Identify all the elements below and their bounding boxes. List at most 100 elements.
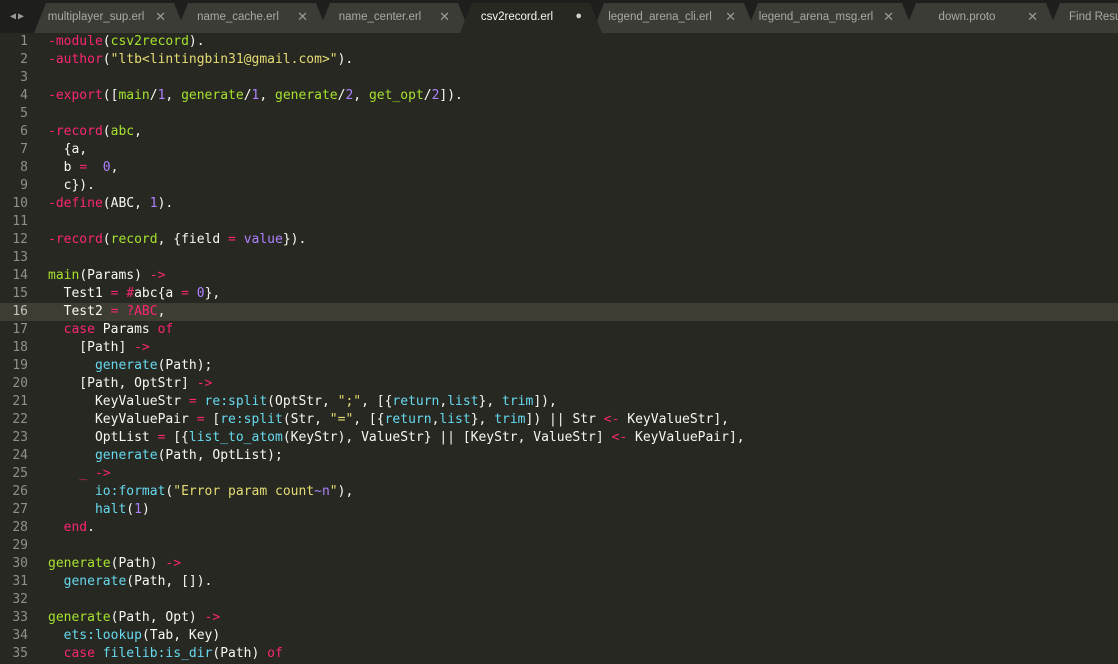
code-line[interactable]: 24 generate(Path, OptList); (0, 447, 1118, 465)
code-line[interactable]: 10 -define(ABC, 1). (0, 195, 1118, 213)
code-line[interactable]: 8 b = 0, (0, 159, 1118, 177)
code-line[interactable]: 21 KeyValueStr = re:split(OptStr, ";", [… (0, 393, 1118, 411)
line-number: 18 (12, 340, 28, 355)
code-token: (Path, []). (126, 574, 213, 589)
tab-csv2record-active[interactable]: csv2record.erl ● (460, 3, 602, 33)
forward-arrow-icon[interactable]: ▶ (18, 11, 24, 22)
tab-down-proto[interactable]: down.proto ✕ (904, 3, 1058, 33)
code-token: " (329, 484, 338, 499)
code-line[interactable]: 17 case Params of (0, 321, 1118, 339)
code-token: -export (48, 88, 103, 103)
line-number: 3 (20, 70, 28, 85)
code-line[interactable]: 27 halt(1) (0, 501, 1118, 519)
tab-name-cache[interactable]: name_cache.erl ✕ (176, 3, 328, 33)
line-number: 14 (12, 268, 28, 283)
code-line[interactable]: 22 KeyValuePair = [re:split(Str, "=", [{… (0, 411, 1118, 429)
code-line[interactable]: 31 generate(Path, []). (0, 573, 1118, 591)
code-line[interactable]: 18 [Path] -> (0, 339, 1118, 357)
code-token: ). (337, 52, 354, 67)
line-number: 17 (12, 322, 28, 337)
code-token: ~n (314, 484, 330, 499)
code-token: -> (134, 340, 150, 355)
code-token: }, (470, 412, 495, 427)
code-token: (Path, Opt) (110, 610, 205, 625)
unsaved-dot-icon[interactable]: ● (575, 10, 582, 22)
code-line[interactable]: 6 -record(abc, (0, 123, 1118, 141)
code-line[interactable]: 26 io:format("Error param count~n"), (0, 483, 1118, 501)
tab-name-center[interactable]: name_center.erl ✕ (318, 3, 470, 33)
line-number: 1 (20, 34, 28, 49)
line-code: KeyValuePair = [re:split(Str, "=", [{ret… (48, 411, 729, 429)
line-number: 35 (12, 646, 28, 661)
close-icon[interactable]: ✕ (439, 9, 450, 25)
code-line[interactable]: 12 -record(record, {field = value}). (0, 231, 1118, 249)
code-line[interactable]: 13 (0, 249, 1118, 267)
line-number: 34 (12, 628, 28, 643)
line-number: 2 (20, 52, 28, 67)
code-token: of (267, 646, 283, 661)
code-line[interactable]: 32 (0, 591, 1118, 609)
close-icon[interactable]: ✕ (725, 9, 736, 25)
code-line[interactable]: 29 (0, 537, 1118, 555)
code-token: re:split (196, 394, 268, 409)
code-token: ( (102, 232, 111, 247)
close-icon[interactable]: ✕ (155, 9, 166, 25)
code-line[interactable]: 11 (0, 213, 1118, 231)
code-token: ets:lookup (63, 628, 142, 643)
code-line[interactable]: 15 Test1 = #abc{a = 0}, (0, 285, 1118, 303)
code-line[interactable]: 25 _ -> (0, 465, 1118, 483)
line-code: {a, (48, 141, 88, 159)
close-icon[interactable]: ✕ (883, 9, 894, 25)
code-line[interactable]: 1 -module(csv2record). (0, 33, 1118, 51)
line-number: 8 (20, 160, 28, 175)
tab-multiplayer-sup[interactable]: multiplayer_sup.erl ✕ (34, 3, 186, 33)
code-line[interactable]: 30 generate(Path) -> (0, 555, 1118, 573)
code-token: b (48, 160, 80, 175)
code-token: , [{ (361, 394, 393, 409)
line-code: io:format("Error param count~n"), (48, 483, 353, 501)
line-code: c}). (48, 177, 95, 195)
code-line[interactable]: 20 [Path, OptStr] -> (0, 375, 1118, 393)
line-code: halt(1) (48, 501, 150, 519)
code-token: , [{ (353, 412, 385, 427)
code-line[interactable]: 35 case filelib:is_dir(Path) of (0, 645, 1118, 663)
code-line[interactable]: 14 main(Params) -> (0, 267, 1118, 285)
code-line[interactable]: 28 end. (0, 519, 1118, 537)
close-icon[interactable]: ✕ (297, 9, 308, 25)
code-line[interactable]: 34 ets:lookup(Tab, Key) (0, 627, 1118, 645)
code-token: , (165, 88, 182, 103)
code-line[interactable]: 33 generate(Path, Opt) -> (0, 609, 1118, 627)
code-editor[interactable]: 1 -module(csv2record). 2 -author("ltb<lint… (0, 33, 1118, 664)
code-token: ([ (102, 88, 119, 103)
code-token: -> (94, 466, 111, 481)
code-token: -> (149, 268, 166, 283)
code-line[interactable]: 19 generate(Path); (0, 357, 1118, 375)
code-line[interactable]: 16 Test2 = ?ABC, (0, 303, 1118, 321)
code-line[interactable]: 9 c}). (0, 177, 1118, 195)
tab-legend-arena-msg[interactable]: legend_arena_msg.erl ✕ (746, 3, 914, 33)
code-token: -define (48, 196, 103, 211)
code-line[interactable]: 3 (0, 69, 1118, 87)
tab-legend-arena-cli[interactable]: legend_arena_cli.erl ✕ (592, 3, 756, 33)
code-token: , {field (157, 232, 229, 247)
code-token: return (392, 394, 440, 409)
line-number: 27 (12, 502, 28, 517)
code-line[interactable]: 2 -author("ltb<lintingbin31@gmail.com>"). (0, 51, 1118, 69)
code-line[interactable]: 4 -export([main/1, generate/1, generate/2… (0, 87, 1118, 105)
code-token: KeyValueStr], (619, 412, 730, 427)
code-token: [Path, OptStr] (48, 376, 197, 391)
code-token: # (118, 286, 135, 301)
close-icon[interactable]: ✕ (1027, 9, 1038, 25)
code-line[interactable]: 7 {a, (0, 141, 1118, 159)
code-line[interactable]: 5 (0, 105, 1118, 123)
line-number: 10 (12, 196, 28, 211)
code-token: ), (337, 484, 354, 499)
tab-find-results[interactable]: Find Results (1048, 3, 1118, 33)
line-code: case Params of (48, 321, 174, 339)
code-line[interactable]: 23 OptList = [{list_to_atom(KeyStr), Val… (0, 429, 1118, 447)
back-arrow-icon[interactable]: ◀ (10, 11, 16, 22)
